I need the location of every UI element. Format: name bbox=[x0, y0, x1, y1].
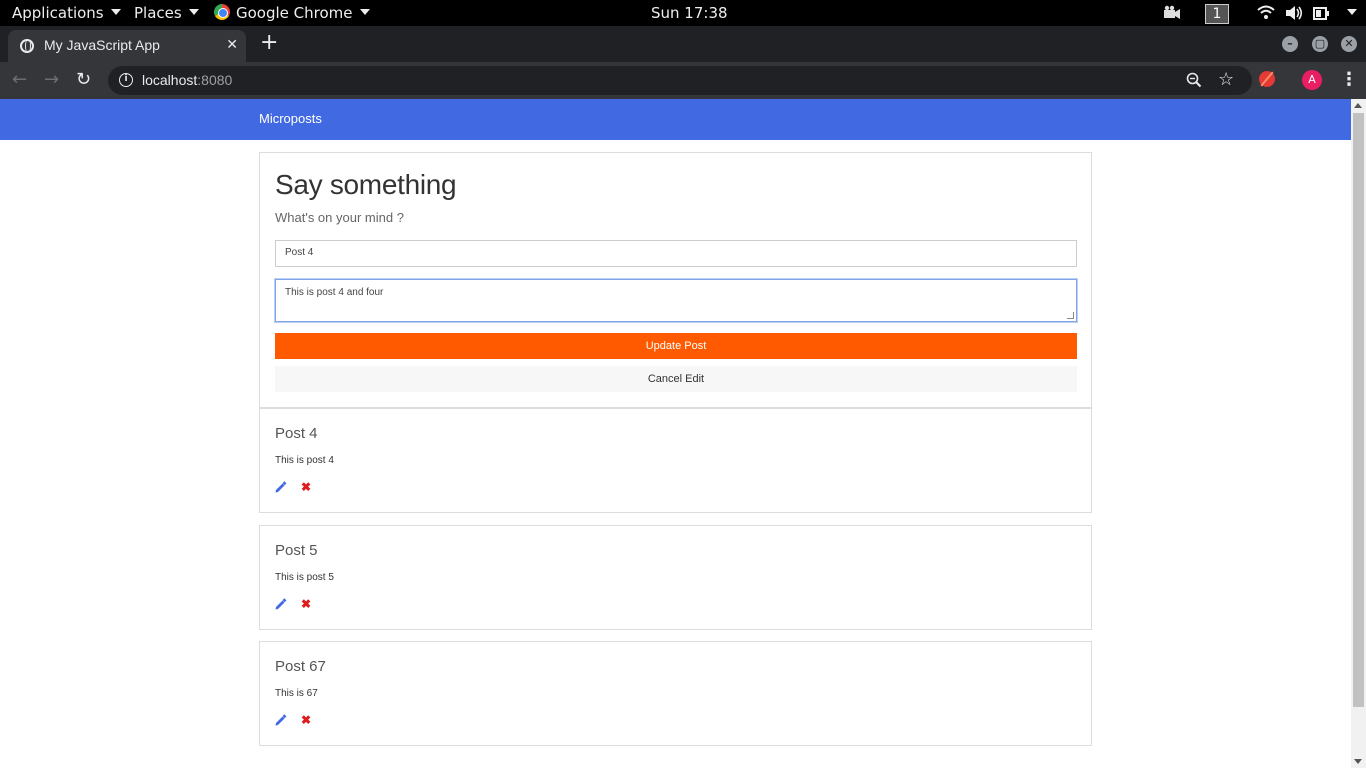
close-window-button[interactable]: ✕ bbox=[1341, 36, 1357, 52]
resize-grip-icon[interactable] bbox=[1067, 312, 1074, 319]
brand-link[interactable]: Microposts bbox=[259, 111, 322, 126]
post-card: Post 67 This is 67 ✖ bbox=[259, 641, 1092, 746]
clock[interactable]: Sun 17:38 bbox=[651, 0, 728, 26]
chevron-down-icon bbox=[1347, 9, 1357, 15]
applications-menu[interactable]: Applications bbox=[12, 0, 121, 26]
url-host: localhost bbox=[142, 72, 198, 88]
url-port: :8080 bbox=[197, 72, 233, 88]
reload-icon[interactable]: ↻ bbox=[76, 68, 91, 92]
post-body: This is post 5 bbox=[275, 572, 334, 583]
tab-title: My JavaScript App bbox=[44, 37, 160, 53]
web-page: Microposts Say something What's on your … bbox=[0, 99, 1351, 768]
zoom-icon[interactable] bbox=[1186, 68, 1202, 99]
globe-icon bbox=[20, 39, 34, 53]
pencil-icon[interactable] bbox=[274, 598, 287, 611]
delete-icon[interactable]: ✖ bbox=[301, 480, 311, 494]
avatar[interactable]: A bbox=[1302, 70, 1322, 90]
delete-icon[interactable]: ✖ bbox=[301, 713, 311, 727]
delete-icon[interactable]: ✖ bbox=[301, 597, 311, 611]
wifi-icon[interactable] bbox=[1257, 0, 1275, 26]
chevron-down-icon bbox=[359, 9, 370, 15]
applications-label: Applications bbox=[12, 4, 104, 22]
back-arrow-icon[interactable]: ← bbox=[12, 68, 27, 92]
chevron-down-icon bbox=[110, 9, 121, 15]
post-title: Post 4 bbox=[275, 425, 318, 442]
volume-icon[interactable] bbox=[1285, 0, 1303, 26]
places-label: Places bbox=[134, 4, 182, 22]
page-scrollbar[interactable] bbox=[1351, 99, 1366, 768]
workspace-indicator[interactable]: 1 bbox=[1205, 0, 1229, 26]
video-camera-icon[interactable] bbox=[1163, 0, 1181, 26]
system-top-bar: Applications Places Google Chrome Sun 17… bbox=[0, 0, 1366, 26]
forward-arrow-icon[interactable]: → bbox=[44, 68, 59, 92]
maximize-window-button[interactable]: ▢ bbox=[1312, 36, 1328, 52]
pencil-icon[interactable] bbox=[274, 481, 287, 494]
chrome-icon bbox=[214, 4, 230, 20]
post-form-card: Say something What's on your mind ? Post… bbox=[259, 152, 1092, 408]
form-subheading: What's on your mind ? bbox=[275, 210, 404, 225]
update-post-button[interactable]: Update Post bbox=[275, 333, 1077, 359]
minimize-window-button[interactable]: – bbox=[1282, 36, 1298, 52]
extension-icon[interactable] bbox=[1259, 71, 1275, 87]
post-body: This is 67 bbox=[275, 688, 318, 699]
new-tab-button[interactable]: + bbox=[260, 31, 278, 55]
post-body: This is post 4 bbox=[275, 455, 334, 466]
post-card: Post 4 This is post 4 ✖ bbox=[259, 408, 1092, 513]
scroll-down-arrow-icon[interactable] bbox=[1354, 759, 1362, 764]
places-menu[interactable]: Places bbox=[134, 0, 199, 26]
post-body-textarea[interactable]: This is post 4 and four bbox=[275, 279, 1077, 322]
post-body-value: This is post 4 and four bbox=[285, 287, 384, 298]
url-text: localhost:8080 bbox=[142, 72, 232, 88]
pencil-icon[interactable] bbox=[274, 714, 287, 727]
chevron-down-icon bbox=[188, 9, 199, 15]
bookmark-star-icon[interactable]: ☆ bbox=[1218, 68, 1234, 92]
scroll-up-arrow-icon[interactable] bbox=[1354, 103, 1362, 108]
system-menu-arrow[interactable] bbox=[1340, 0, 1357, 26]
browser-toolbar: ← → ↻ i localhost:8080 ☆ A ⋮ bbox=[0, 62, 1366, 99]
post-title-input[interactable]: Post 4 bbox=[275, 240, 1077, 267]
active-app-label: Google Chrome bbox=[236, 4, 353, 22]
form-heading: Say something bbox=[275, 169, 457, 200]
tab-strip: My JavaScript App ✕ + – ▢ ✕ bbox=[0, 26, 1366, 62]
tab-my-javascript-app[interactable]: My JavaScript App ✕ bbox=[8, 30, 246, 62]
active-app-menu[interactable]: Google Chrome bbox=[214, 0, 370, 26]
battery-icon[interactable] bbox=[1313, 0, 1331, 26]
post-card: Post 5 This is post 5 ✖ bbox=[259, 525, 1092, 630]
cancel-edit-button[interactable]: Cancel Edit bbox=[275, 366, 1077, 392]
scrollbar-thumb[interactable] bbox=[1353, 113, 1364, 707]
info-icon[interactable]: i bbox=[119, 73, 133, 87]
chrome-menu-icon[interactable]: ⋮ bbox=[1340, 68, 1358, 92]
address-bar[interactable]: i localhost:8080 bbox=[108, 66, 1252, 95]
post-title: Post 5 bbox=[275, 542, 318, 559]
workspace-number: 1 bbox=[1205, 4, 1229, 24]
tab-close-icon[interactable]: ✕ bbox=[226, 37, 238, 53]
post-title: Post 67 bbox=[275, 658, 326, 675]
navbar: Microposts bbox=[0, 99, 1351, 140]
